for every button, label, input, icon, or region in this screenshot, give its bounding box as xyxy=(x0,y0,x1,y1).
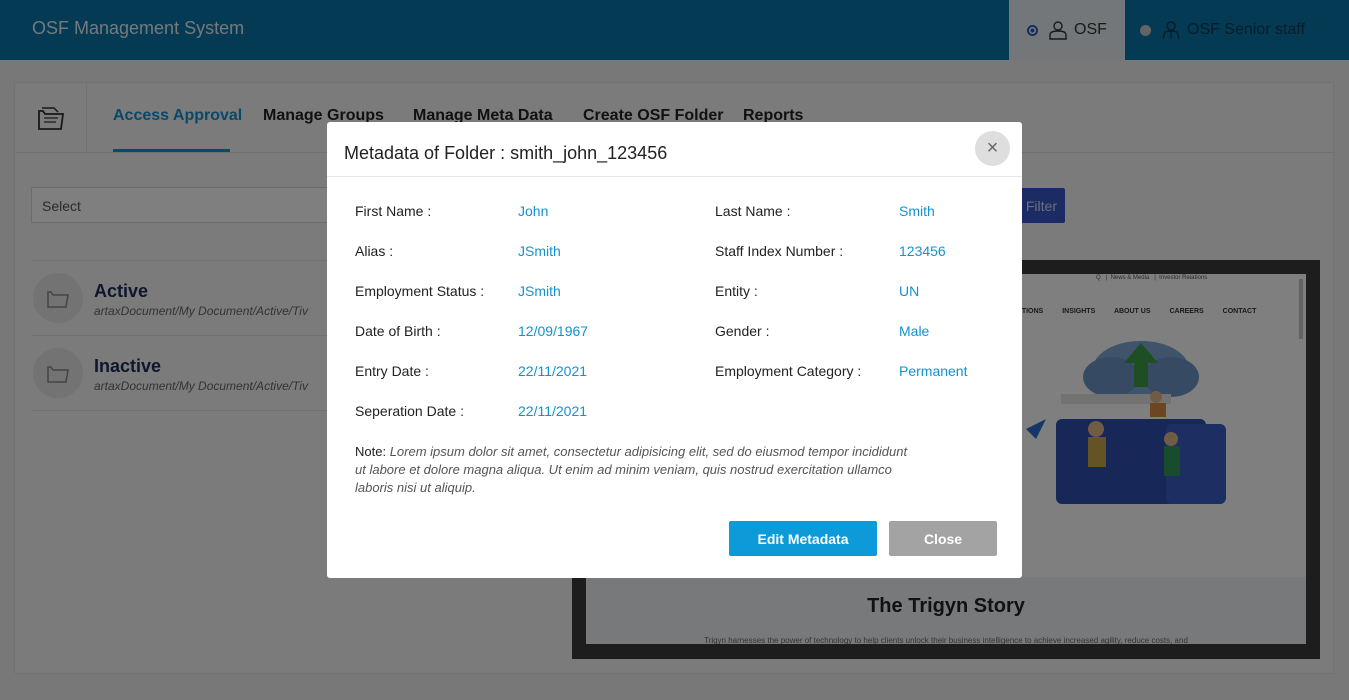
edit-metadata-button[interactable]: Edit Metadata xyxy=(729,521,877,556)
entity-value: UN xyxy=(899,283,920,299)
separation-date-value: 22/11/2021 xyxy=(518,403,588,419)
date-of-birth-label: Date of Birth : xyxy=(355,323,441,339)
alias-label: Alias : xyxy=(355,243,394,259)
last-name-value: Smith xyxy=(899,203,935,219)
separation-date-label: Seperation Date : xyxy=(355,403,464,419)
close-icon[interactable]: × xyxy=(975,131,1010,166)
staff-index-number-label: Staff Index Number : xyxy=(715,243,844,259)
employment-category-value: Permanent xyxy=(899,363,968,379)
alias-value: JSmith xyxy=(518,243,561,259)
entry-date-value: 22/11/2021 xyxy=(518,363,588,379)
metadata-note: Note: Lorem ipsum dolor sit amet, consec… xyxy=(355,443,915,497)
entry-date-label: Entry Date : xyxy=(355,363,429,379)
gender-value: Male xyxy=(899,323,930,339)
first-name-label: First Name : xyxy=(355,203,432,219)
employment-category-label: Employment Category : xyxy=(715,363,862,379)
modal-header: Metadata of Folder : smith_john_123456 × xyxy=(327,122,1022,177)
gender-label: Gender : xyxy=(715,323,770,339)
metadata-modal: Metadata of Folder : smith_john_123456 ×… xyxy=(327,122,1022,578)
entity-label: Entity : xyxy=(715,283,758,299)
last-name-label: Last Name : xyxy=(715,203,791,219)
employment-status-value: JSmith xyxy=(518,283,561,299)
close-button[interactable]: Close xyxy=(889,521,997,556)
modal-title: Metadata of Folder : smith_john_123456 xyxy=(344,143,668,163)
employment-status-label: Employment Status : xyxy=(355,283,485,299)
staff-index-number-value: 123456 xyxy=(899,243,946,259)
date-of-birth-value: 12/09/1967 xyxy=(518,323,589,339)
first-name-value: John xyxy=(518,203,549,219)
note-text: Lorem ipsum dolor sit amet, consectetur … xyxy=(355,444,908,495)
note-label: Note: xyxy=(355,444,387,459)
